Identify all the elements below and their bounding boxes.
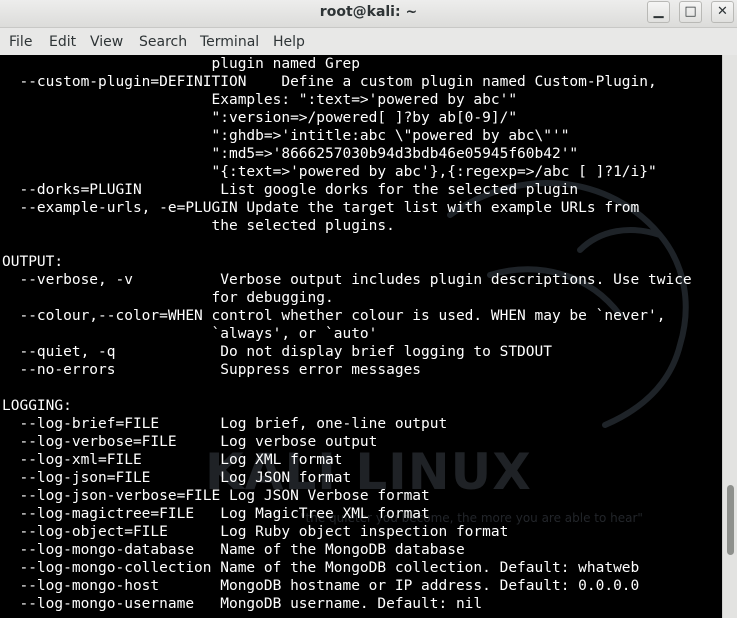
menu-view[interactable]: View <box>90 34 123 50</box>
close-button[interactable]: ✕ <box>711 1 734 23</box>
terminal-output[interactable]: KALI LINUX "the quieter you become, the … <box>0 55 722 618</box>
minimize-button[interactable]: ▁ <box>647 1 670 23</box>
scrollbar-thumb[interactable] <box>727 485 734 555</box>
menu-search[interactable]: Search <box>139 34 187 50</box>
window-title: root@kali: ~ <box>319 4 418 20</box>
vertical-scrollbar[interactable] <box>722 55 737 618</box>
maximize-button[interactable]: □ <box>679 1 702 23</box>
menu-bar: File Edit View Search Terminal Help <box>0 28 737 56</box>
terminal-text: plugin named Grep --custom-plugin=DEFINI… <box>2 56 692 612</box>
menu-terminal[interactable]: Terminal <box>200 34 259 50</box>
menu-file[interactable]: File <box>9 34 32 50</box>
menu-help[interactable]: Help <box>273 34 305 50</box>
menu-edit[interactable]: Edit <box>49 34 76 50</box>
title-bar: root@kali: ~ ▁ □ ✕ <box>0 0 737 28</box>
